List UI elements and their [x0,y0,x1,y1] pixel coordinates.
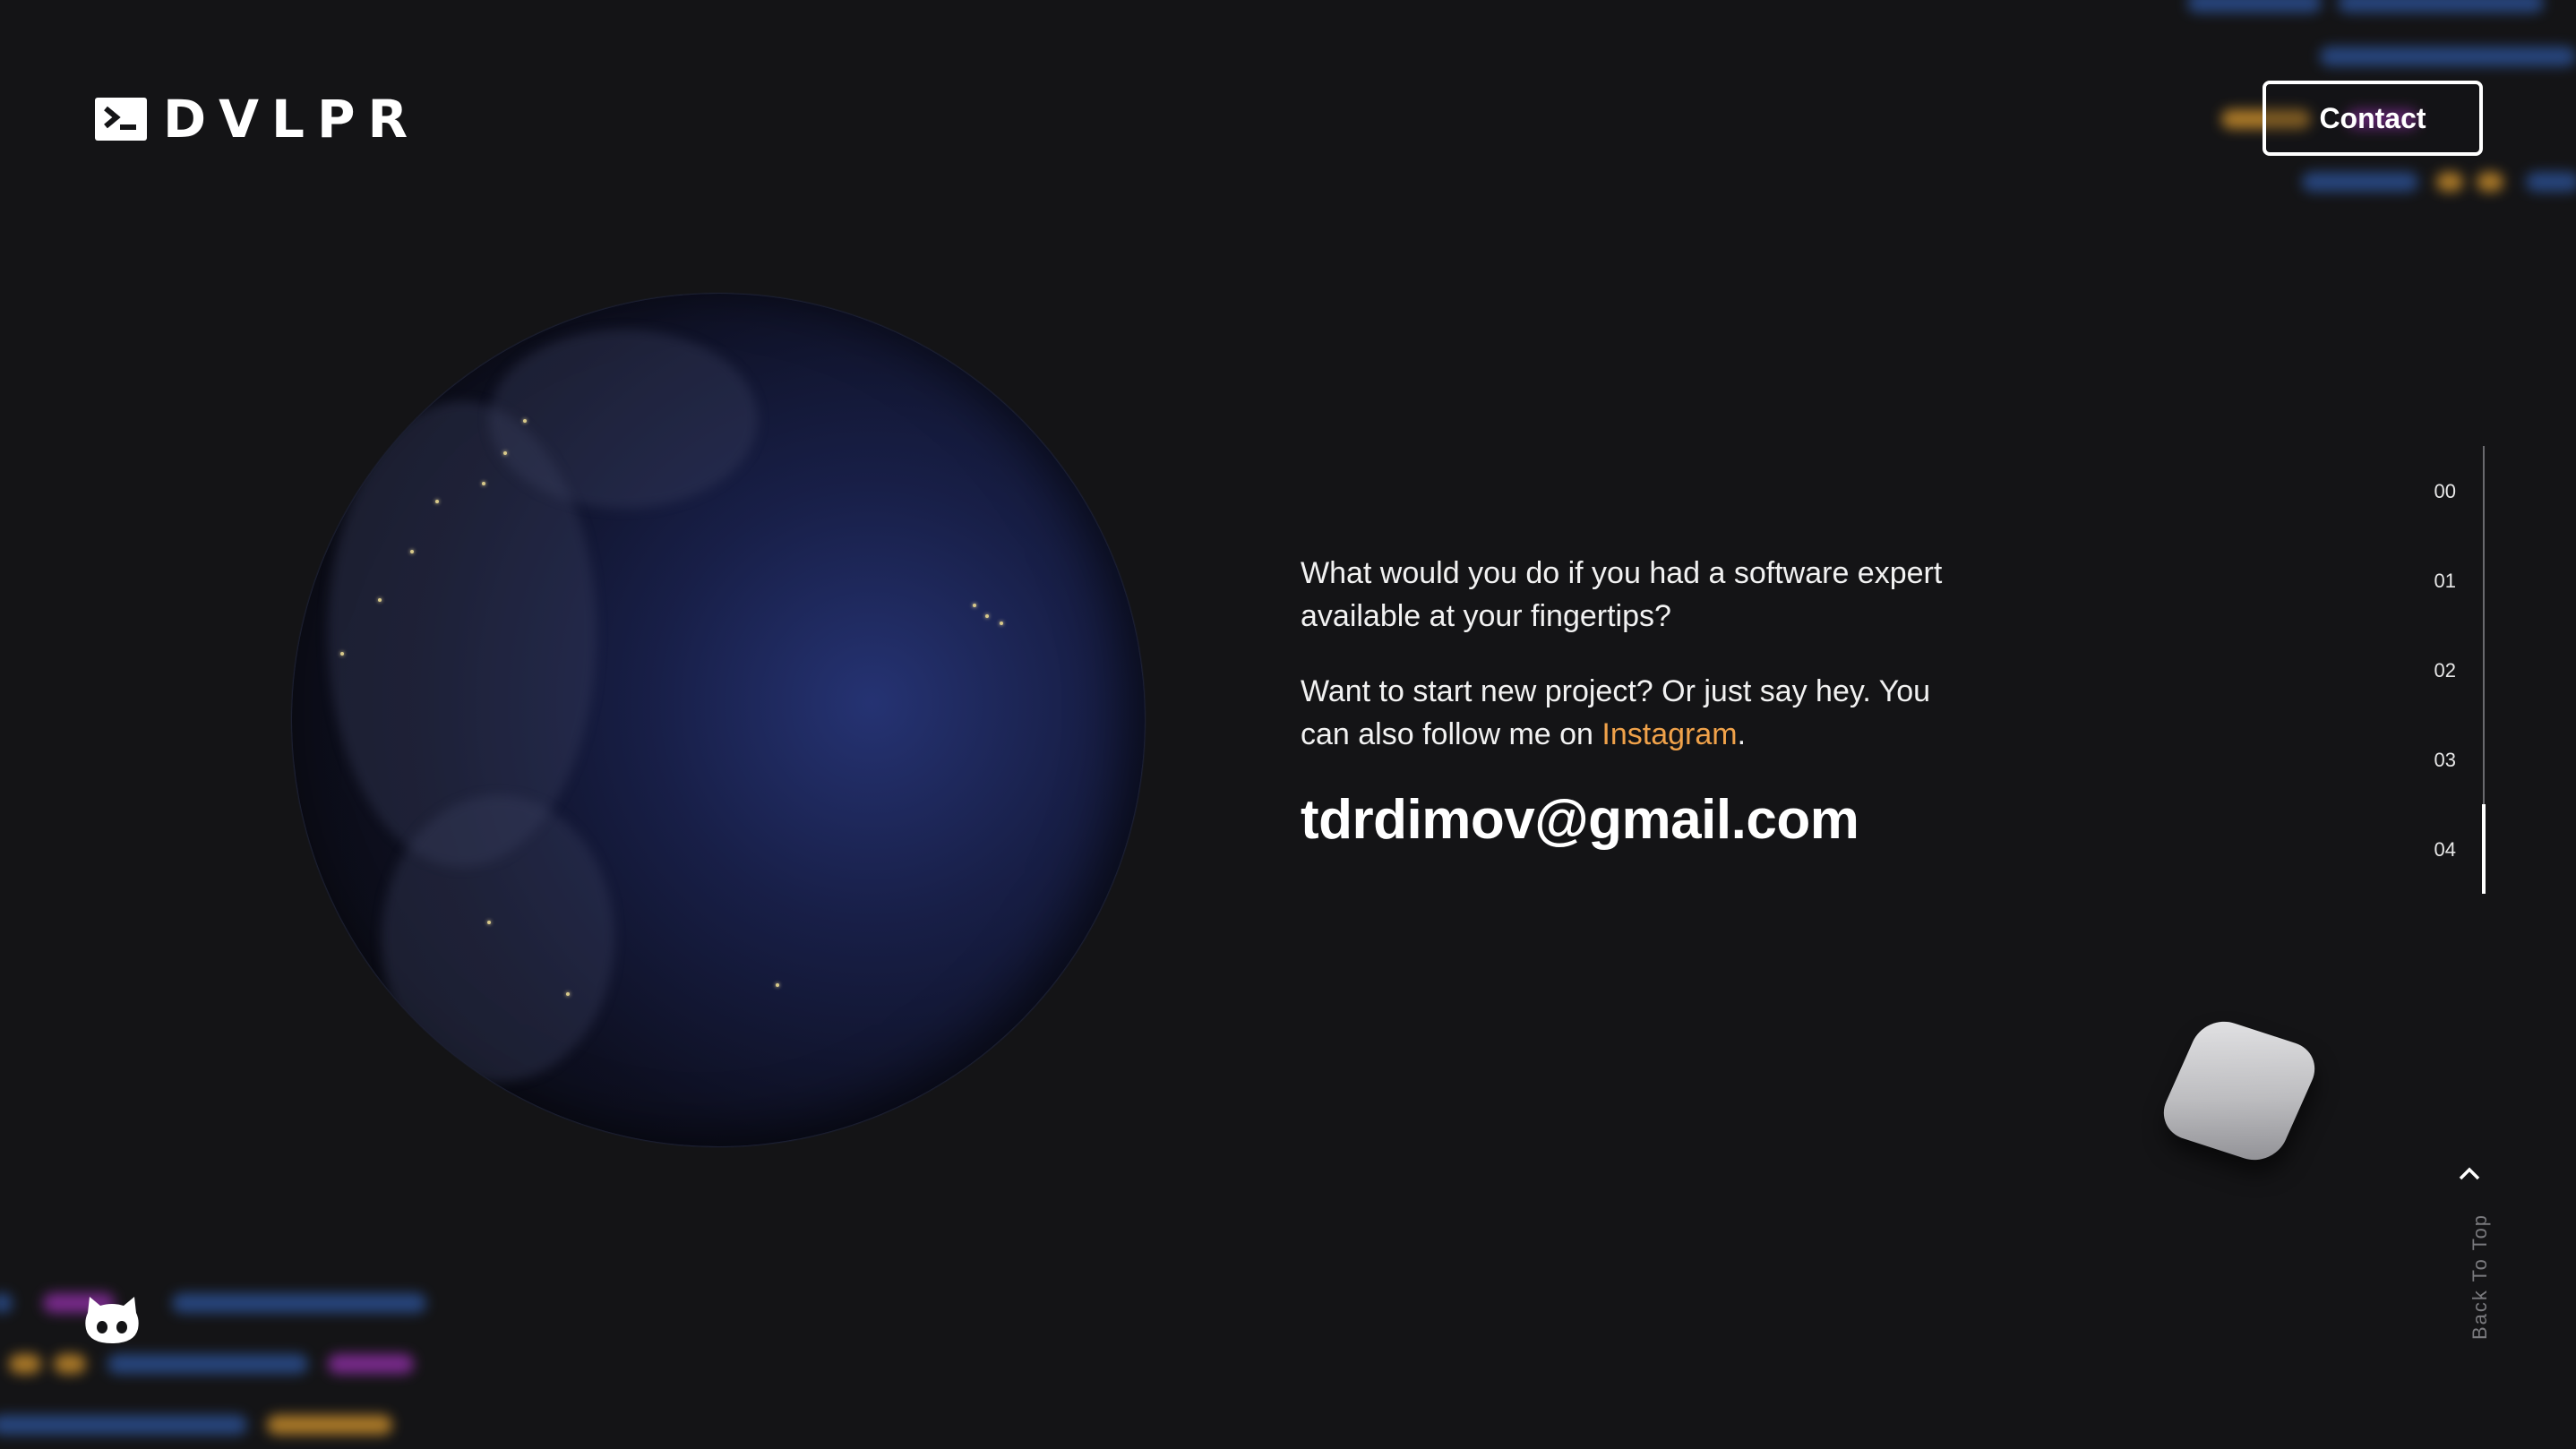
logo-text: DVLPR [163,89,421,150]
instagram-link[interactable]: Instagram [1601,717,1737,751]
section-nav-item-02[interactable]: 02 [2434,659,2456,682]
section-nav-item-00[interactable]: 00 [2434,480,2456,503]
contact-button[interactable]: Contact [2263,81,2483,156]
floating-cube [2153,1014,2325,1168]
section-nav-item-04[interactable]: 04 [2434,838,2456,862]
logo[interactable]: DVLPR [95,93,420,145]
contact-section: What would you do if you had a software … [1301,552,1945,852]
intro-paragraph: What would you do if you had a software … [1301,556,1943,633]
section-nav-item-03[interactable]: 03 [2434,749,2456,772]
back-to-top-button[interactable]: Back To Top [2447,1164,2492,1343]
follow-paragraph: Want to start new project? Or just say h… [1301,670,1945,756]
terminal-icon [95,98,147,141]
earth-globe [292,294,1145,1146]
chevron-up-icon [2459,1167,2480,1180]
section-nav-item-01[interactable]: 01 [2434,570,2456,593]
decorative-code-bottom-left [0,1281,448,1449]
github-icon[interactable] [82,1293,142,1347]
back-to-top-label: Back To Top [2469,1213,2491,1340]
section-nav-indicator [2482,804,2486,894]
follow-text-end: . [1737,717,1747,751]
page: DVLPR Contact What would you do if you h… [0,0,2576,1449]
section-nav: 00 01 02 03 04 [2418,446,2490,894]
email-link[interactable]: tdrdimov@gmail.com [1301,788,1945,852]
